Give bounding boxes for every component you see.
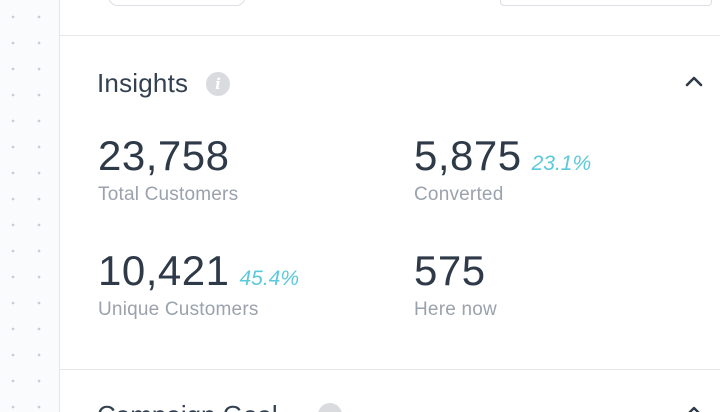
top-toolbar	[60, 0, 720, 36]
filter-pill-button[interactable]	[108, 0, 246, 6]
stat-converted: 5,875 23.1% Converted	[414, 132, 591, 206]
stat-value: 575	[414, 247, 486, 294]
chevron-up-icon[interactable]	[680, 72, 708, 92]
app-root: Insights i 23,758 Total Customers 5,875 2…	[0, 0, 720, 412]
stat-unique-customers: 10,421 45.4% Unique Customers	[98, 247, 299, 321]
chevron-icon[interactable]	[684, 404, 704, 412]
insights-panel: Insights i 23,758 Total Customers 5,875 2…	[60, 36, 720, 370]
stat-label: Unique Customers	[98, 299, 259, 320]
dotted-gutter	[0, 0, 60, 412]
stat-value: 23,758	[98, 132, 230, 179]
stat-label: Converted	[414, 184, 504, 205]
stat-here-now: 575 Here now	[414, 247, 497, 321]
stat-total-customers: 23,758 Total Customers	[98, 132, 238, 206]
campaign-goal-panel: Campaign Goal	[60, 370, 720, 412]
panel-title: Insights	[97, 68, 189, 98]
stat-value: 10,421	[98, 247, 230, 294]
stat-label: Here now	[414, 299, 497, 320]
stat-percent: 45.4%	[239, 267, 300, 290]
stat-value: 5,875	[414, 132, 522, 179]
top-dropdown[interactable]	[500, 0, 712, 6]
stat-label: Total Customers	[98, 184, 239, 205]
stat-percent: 23.1%	[531, 152, 592, 175]
info-icon[interactable]: i	[206, 72, 230, 96]
panel-title: Campaign Goal	[97, 400, 278, 412]
info-icon[interactable]	[318, 403, 342, 412]
